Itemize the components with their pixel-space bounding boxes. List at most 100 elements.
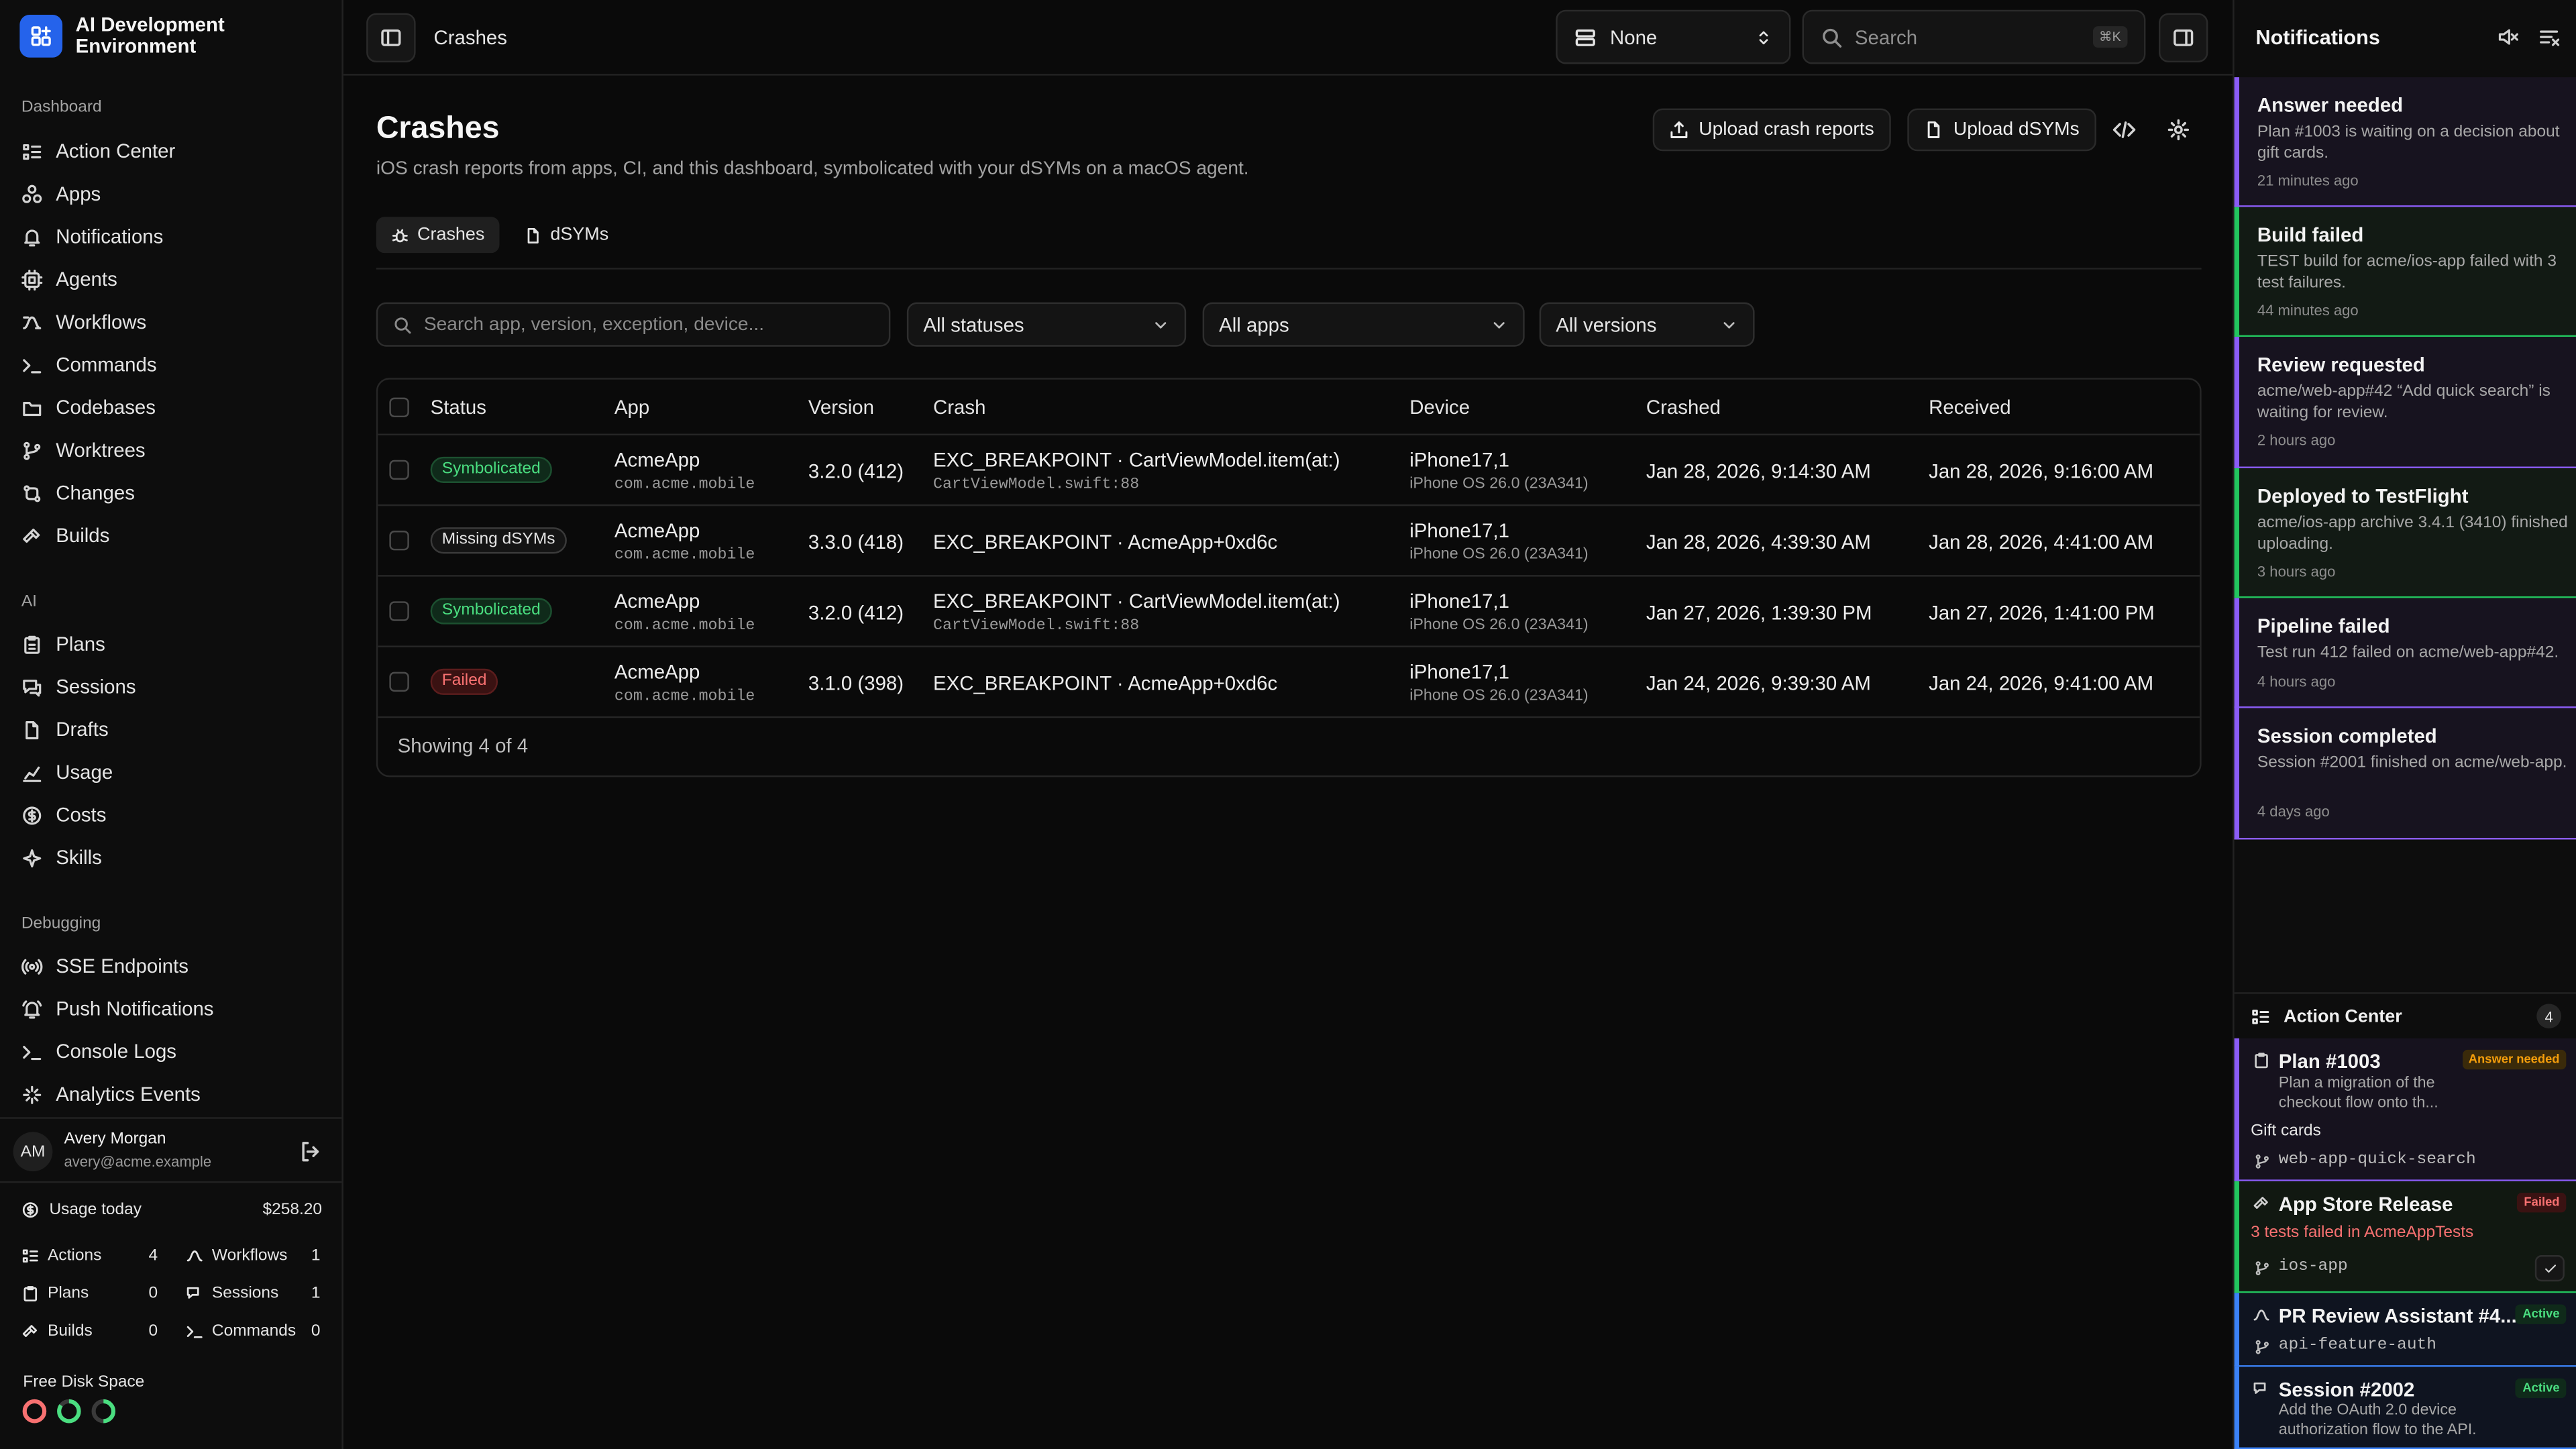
action-card[interactable]: App Store Release Failed 3 tests failed …	[2234, 1181, 2576, 1293]
table-row[interactable]: Missing dSYMs AcmeApp com.acme.mobile 3.…	[378, 506, 2200, 577]
tab-label: Crashes	[417, 225, 485, 245]
device-model: iPhone17,1	[1409, 448, 1509, 472]
sidebar-item-analytics-events[interactable]: Analytics Events	[21, 1078, 201, 1111]
sidebar-item-sse-endpoints[interactable]: SSE Endpoints	[21, 950, 189, 983]
sidebar-item-usage[interactable]: Usage	[21, 756, 113, 789]
search-shortcut: ⌘K	[2092, 26, 2128, 48]
mark-done-button[interactable]	[2534, 1255, 2565, 1282]
stat-sessions[interactable]: Sessions	[186, 1285, 278, 1303]
action-card[interactable]: Plan #1003 Answer needed Plan a migratio…	[2234, 1038, 2576, 1181]
crash-summary: EXC_BREAKPOINT · AcmeApp+0xd6c	[933, 531, 1278, 554]
disk-ring[interactable]	[56, 1398, 82, 1424]
sidebar-item-apps[interactable]: Apps	[21, 177, 101, 210]
sidebar-item-notifications[interactable]: Notifications	[21, 220, 164, 253]
table-row[interactable]: Symbolicated AcmeApp com.acme.mobile 3.2…	[378, 435, 2200, 506]
clipboard-icon	[2255, 1053, 2268, 1069]
avatar[interactable]: AM	[13, 1132, 53, 1172]
activity-icon	[23, 1085, 42, 1104]
stat-value: 0	[311, 1322, 321, 1341]
app-filter-select[interactable]: All apps	[1202, 302, 1525, 347]
table-row[interactable]: Symbolicated AcmeApp com.acme.mobile 3.2…	[378, 577, 2200, 647]
stat-plans[interactable]: Plans	[21, 1285, 89, 1303]
page-title: Crashes	[376, 111, 500, 146]
stat-actions[interactable]: Actions	[21, 1247, 101, 1265]
sidebar-item-sessions[interactable]: Sessions	[21, 670, 136, 703]
version-filter-select[interactable]: All versions	[1539, 302, 1755, 347]
upload-crash-reports-button[interactable]: Upload crash reports	[1652, 108, 1891, 152]
notification-body: TEST build for acme/ios-app failed with …	[2257, 253, 2557, 292]
notification-card[interactable]: Pipeline failed Test run 412 failed on a…	[2234, 598, 2576, 708]
row-checkbox[interactable]	[389, 531, 409, 551]
column-header-crash[interactable]: Crash	[933, 380, 985, 435]
crash-summary: EXC_BREAKPOINT · CartViewModel.item(at:)	[933, 590, 1340, 613]
brand[interactable]: AI Development Environment	[19, 14, 289, 58]
tab-dsyms[interactable]: dSYMs	[509, 217, 623, 253]
select-all-checkbox[interactable]	[389, 397, 409, 418]
notification-card[interactable]: Session completed Session #2001 finished…	[2234, 708, 2576, 840]
sidebar-item-plans[interactable]: Plans	[21, 628, 105, 661]
sidebar-item-label: Analytics Events	[56, 1082, 201, 1106]
action-center-header[interactable]: Action Center 4	[2234, 992, 2576, 1038]
sidebar-item-changes[interactable]: Changes	[21, 476, 135, 509]
stat-commands[interactable]: Commands	[186, 1322, 296, 1340]
column-header-app[interactable]: App	[614, 380, 649, 435]
row-checkbox[interactable]	[389, 672, 409, 692]
notification-card[interactable]: Answer needed Plan #1003 is waiting on a…	[2234, 77, 2576, 207]
crash-search-input[interactable]: Search app, version, exception, device..…	[376, 302, 891, 347]
notification-card[interactable]: Deployed to TestFlight acme/ios-app arch…	[2234, 468, 2576, 598]
column-header-received[interactable]: Received	[1929, 380, 2011, 435]
column-header-version[interactable]: Version	[808, 380, 874, 435]
action-card[interactable]: Session #2002 Active Add the OAuth 2.0 d…	[2234, 1366, 2576, 1449]
sidebar-item-builds[interactable]: Builds	[21, 519, 109, 552]
bundle-id: com.acme.mobile	[614, 474, 755, 493]
toggle-notifications-panel-button[interactable]	[2158, 13, 2208, 63]
column-header-crashed[interactable]: Crashed	[1646, 380, 1721, 435]
logout-icon[interactable]	[299, 1140, 322, 1163]
sidebar-item-costs[interactable]: Costs	[21, 798, 106, 831]
settings-button[interactable]	[2157, 109, 2200, 152]
sidebar-item-push-notifications[interactable]: Push Notifications	[21, 992, 213, 1025]
sidebar-item-console-logs[interactable]: Console Logs	[21, 1035, 176, 1068]
status-filter-select[interactable]: All statuses	[906, 302, 1187, 347]
action-card[interactable]: PR Review Assistant #4... Active api-fea…	[2234, 1293, 2576, 1367]
sidebar-item-agents[interactable]: Agents	[21, 263, 117, 296]
sidebar-item-commands[interactable]: Commands	[21, 348, 157, 381]
crashed-time: Jan 27, 2026, 1:39:30 PM	[1646, 601, 1872, 625]
app-logo-icon	[19, 15, 63, 58]
table-row[interactable]: Failed AcmeApp com.acme.mobile 3.1.0 (39…	[378, 647, 2200, 718]
sidebar-item-label: Console Logs	[56, 1040, 176, 1063]
stat-workflows[interactable]: Workflows	[186, 1247, 287, 1265]
column-header-device[interactable]: Device	[1409, 380, 1470, 435]
sidebar-item-action-center[interactable]: Action Center	[21, 135, 175, 168]
stat-builds[interactable]: Builds	[21, 1322, 93, 1340]
sidebar-item-codebases[interactable]: Codebases	[21, 391, 156, 424]
global-search-input[interactable]: Search ⌘K	[1802, 9, 2146, 64]
sidebar-item-drafts[interactable]: Drafts	[21, 713, 109, 746]
disk-ring[interactable]	[91, 1398, 117, 1424]
notification-card[interactable]: Review requested acme/web-app#42 “Add qu…	[2234, 337, 2576, 468]
row-checkbox[interactable]	[389, 601, 409, 621]
sidebar-item-worktrees[interactable]: Worktrees	[21, 434, 146, 467]
sidebar-item-label: Action Center	[56, 140, 176, 163]
notification-title: Session completed	[2257, 724, 2437, 748]
sidebar-item-label: Usage	[56, 760, 113, 784]
upload-dsyms-button[interactable]: Upload dSYMs	[1907, 108, 2096, 152]
disk-ring[interactable]	[21, 1398, 48, 1424]
sidebar-item-skills[interactable]: Skills	[21, 841, 102, 874]
status-badge: Missing dSYMs	[430, 527, 567, 554]
received-time: Jan 24, 2026, 9:41:00 AM	[1929, 672, 2154, 695]
device-os: iPhone OS 26.0 (23A341)	[1409, 474, 1589, 493]
column-header-status[interactable]: Status	[431, 380, 486, 435]
notification-body: acme/ios-app archive 3.4.1 (3410) finish…	[2257, 514, 2568, 554]
mute-icon[interactable]	[2497, 26, 2518, 48]
workflow-icon	[186, 1250, 203, 1262]
tab-crashes[interactable]: Crashes	[376, 217, 500, 254]
notification-card[interactable]: Build failed TEST build for acme/ios-app…	[2234, 207, 2576, 337]
code-button[interactable]	[2103, 109, 2146, 152]
toggle-sidebar-button[interactable]	[366, 13, 416, 63]
environment-select[interactable]: None	[1556, 9, 1791, 64]
clear-all-icon[interactable]	[2538, 26, 2560, 48]
crash-location: CartViewModel.swift:88	[933, 474, 1140, 493]
row-checkbox[interactable]	[389, 460, 409, 480]
sidebar-item-workflows[interactable]: Workflows	[21, 306, 146, 339]
